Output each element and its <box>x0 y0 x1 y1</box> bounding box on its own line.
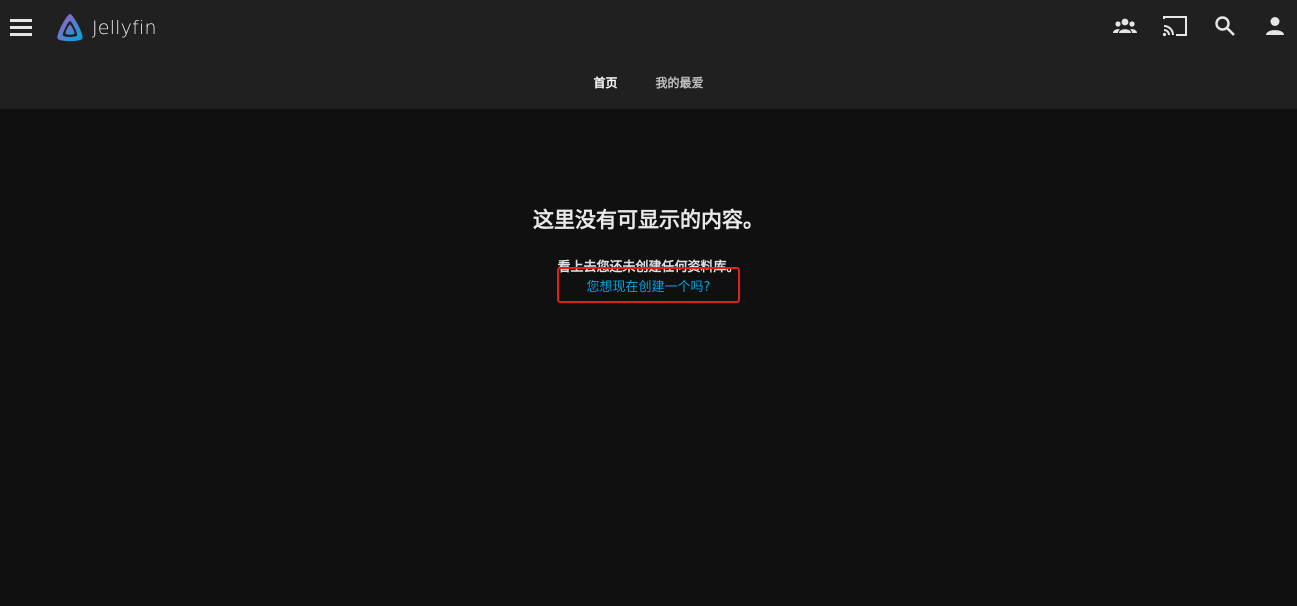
tab-favorites[interactable]: 我的最爱 <box>656 72 704 93</box>
search-icon[interactable] <box>1211 12 1239 40</box>
menu-icon[interactable] <box>8 14 34 40</box>
empty-state: 这里没有可显示的内容。 看上去您还未创建任何资料库。 您想现在创建一个吗? <box>0 204 1297 295</box>
empty-state-title: 这里没有可显示的内容。 <box>533 208 764 232</box>
users-icon[interactable] <box>1111 12 1139 40</box>
header-actions <box>1111 12 1289 40</box>
tab-bar: 首页 我的最爱 <box>0 72 1297 93</box>
app-name: Jellyfin <box>92 17 157 39</box>
tab-home[interactable]: 首页 <box>593 72 617 93</box>
jellyfin-logo-icon <box>57 14 83 42</box>
app-logo[interactable]: Jellyfin <box>54 12 157 44</box>
user-icon[interactable] <box>1261 12 1289 40</box>
cast-icon[interactable] <box>1161 12 1189 40</box>
empty-state-message: 看上去您还未创建任何资料库。 <box>557 260 740 275</box>
create-library-link[interactable]: 您想现在创建一个吗? <box>587 276 711 295</box>
app-header: Jellyfin 首页 我的最爱 <box>0 0 1297 109</box>
